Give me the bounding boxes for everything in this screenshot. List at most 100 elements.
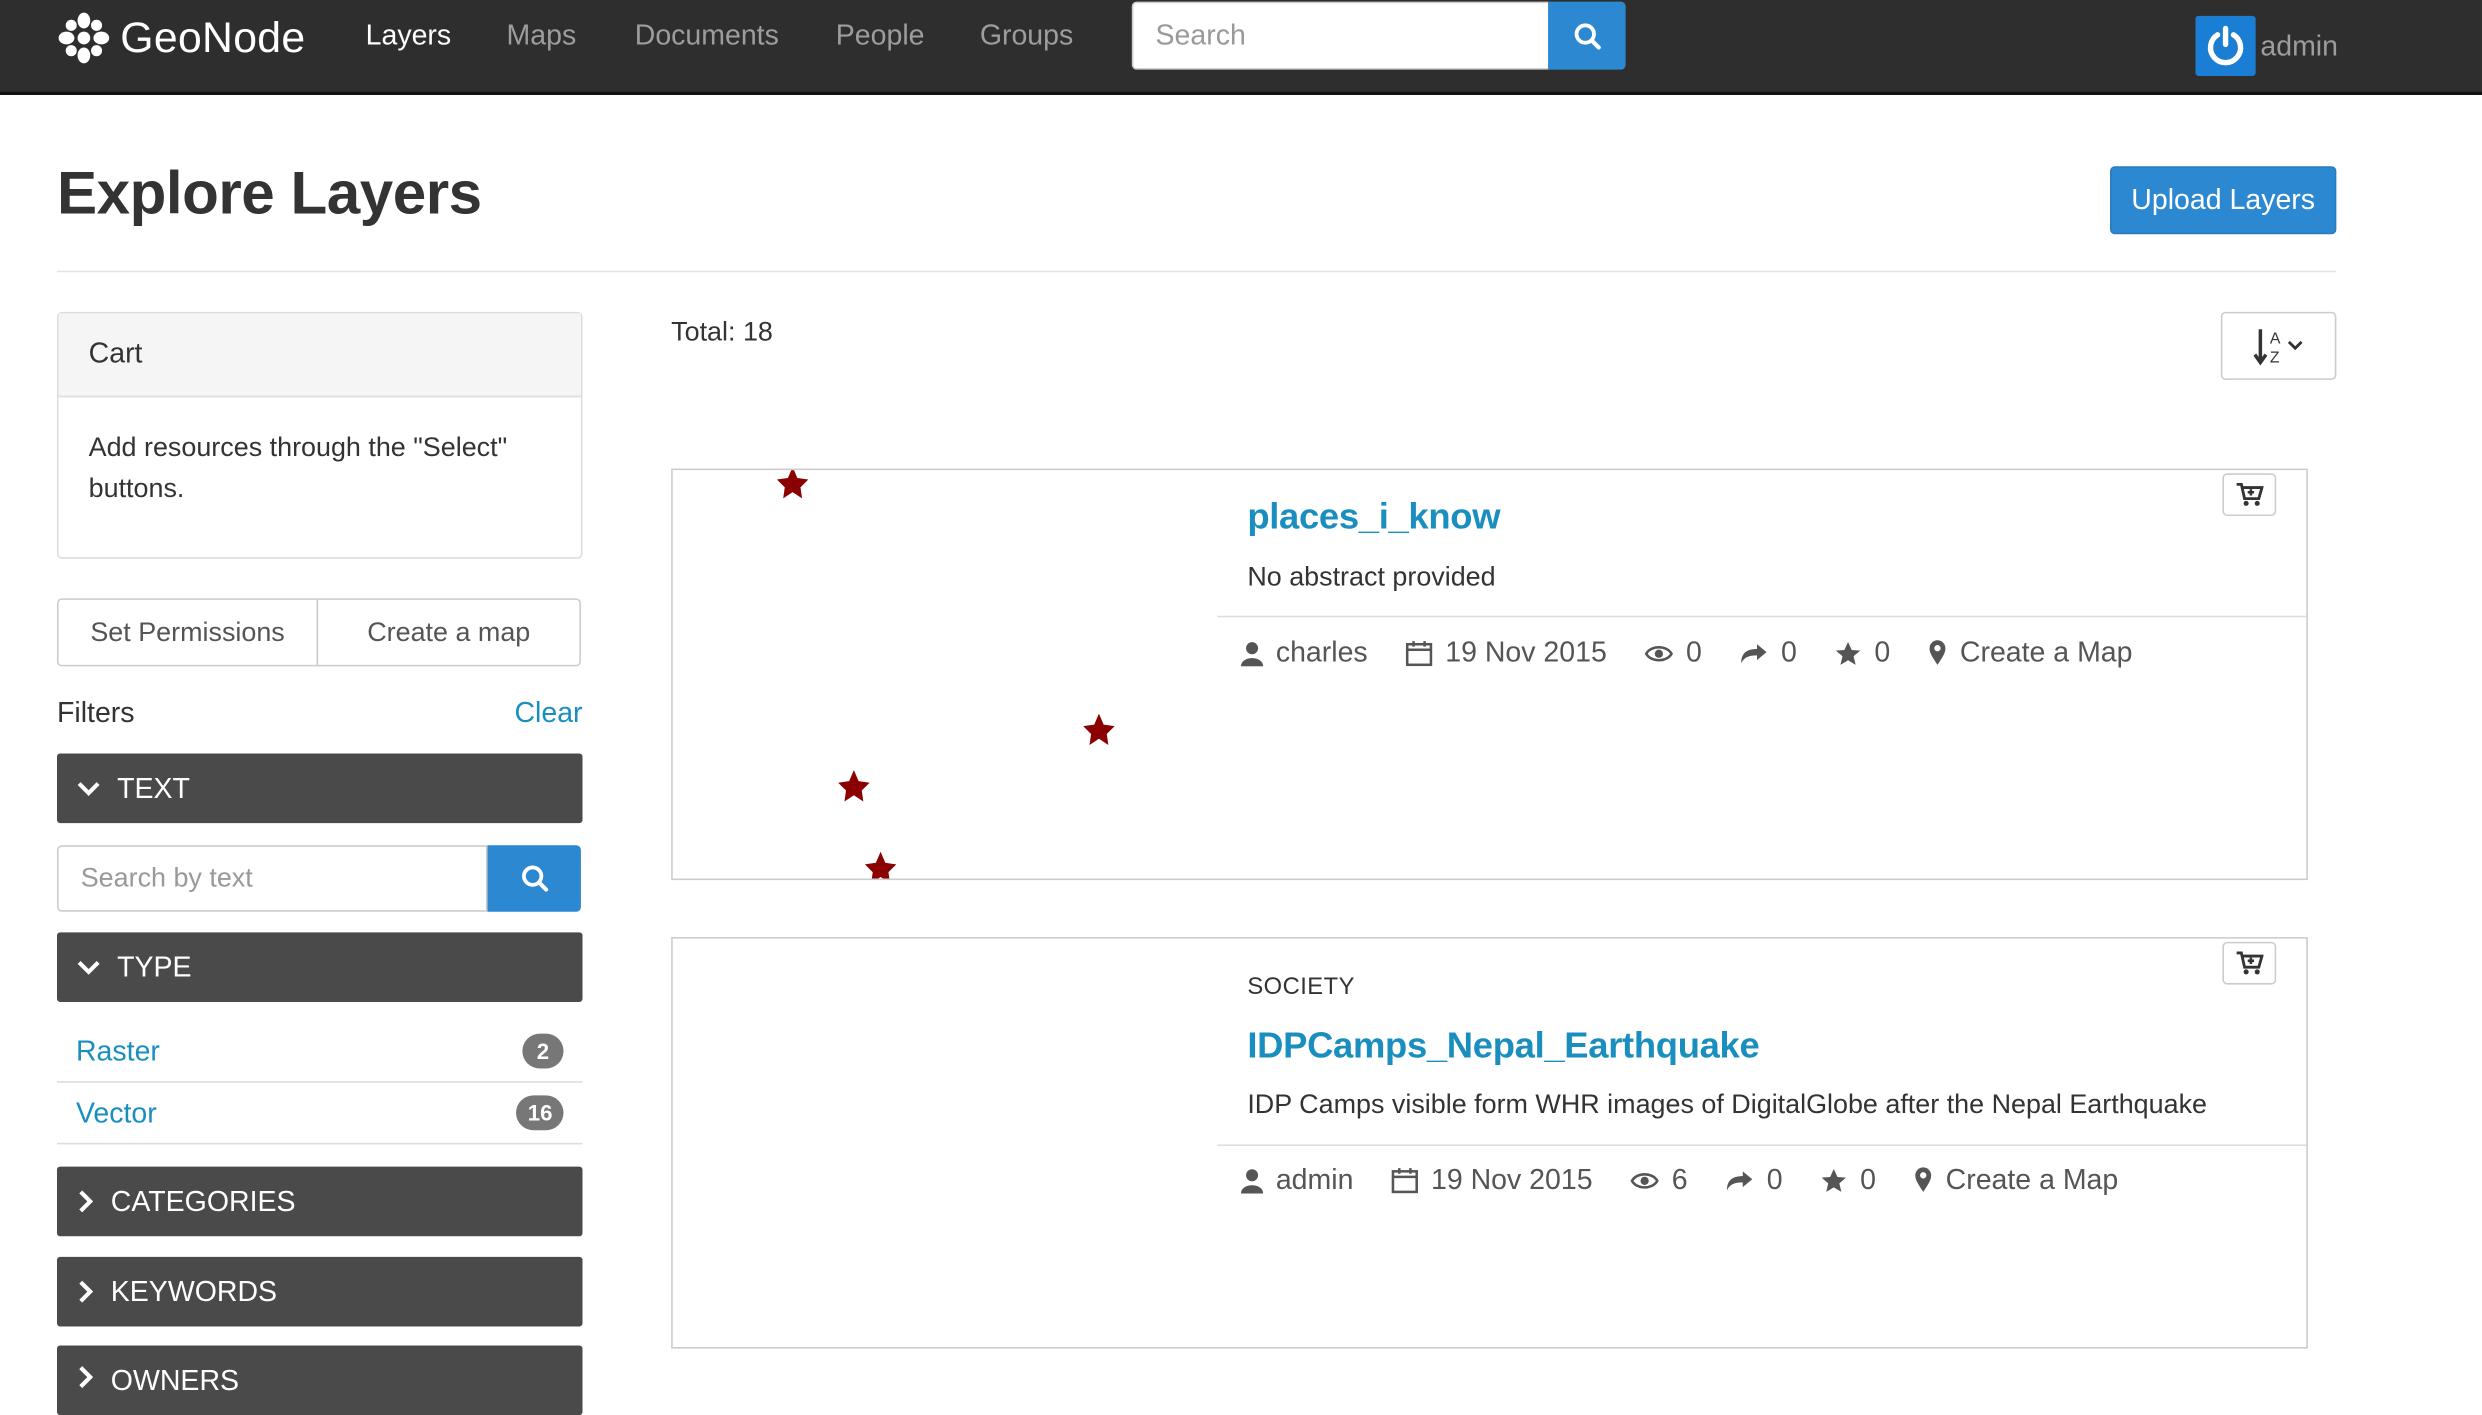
calendar-icon [1391, 1168, 1419, 1194]
map-marker-icon [1929, 640, 1946, 665]
facet-categories-label: CATEGORIES [110, 1184, 296, 1217]
meta-shares: 0 [1740, 636, 1797, 669]
layer-meta: admin 19 Nov 2015 6 0 0 Create a Map [1240, 1163, 2156, 1196]
nav-groups[interactable]: Groups [980, 19, 1073, 52]
calendar-icon [1405, 641, 1433, 667]
search-button[interactable] [1548, 1, 1626, 70]
cart-panel: Cart Add resources through the "Select" … [56, 311, 583, 559]
create-map-label: Create a Map [1945, 1163, 2119, 1196]
cart-icon [2236, 482, 2264, 506]
star-icon [1821, 1168, 1847, 1192]
layer-card: places_i_know No abstract provided charl… [671, 468, 2308, 881]
meta-views: 0 [1644, 636, 1702, 669]
page-title: Explore Layers [56, 161, 482, 228]
facet-categories[interactable]: CATEGORIES [56, 1166, 583, 1237]
top-navbar: GeoNode Layers Maps Documents People Gro… [0, 0, 2482, 95]
meta-owner[interactable]: admin [1240, 1163, 1354, 1196]
svg-text:Z: Z [2269, 349, 2279, 366]
search-icon [521, 865, 548, 892]
facet-type[interactable]: TYPE [56, 932, 583, 1002]
layer-thumbnail[interactable] [673, 470, 1218, 879]
nav-maps[interactable]: Maps [507, 19, 577, 52]
eye-icon [1644, 645, 1674, 661]
meta-shares: 0 [1726, 1163, 1783, 1196]
set-permissions-button[interactable]: Set Permissions [56, 598, 319, 667]
clear-filters-link[interactable]: Clear [514, 696, 582, 729]
header-divider [56, 270, 2337, 273]
meta-views: 6 [1630, 1163, 1688, 1196]
type-filter-raster[interactable]: Raster 2 [56, 1021, 583, 1083]
create-a-map-button[interactable]: Create a map [316, 598, 581, 667]
sort-alpha-icon: A Z [2252, 328, 2302, 366]
user-icon [1240, 641, 1264, 666]
type-filter-vector[interactable]: Vector 16 [56, 1083, 583, 1145]
layer-abstract: No abstract provided [1247, 561, 1496, 593]
chevron-right-icon [79, 1366, 94, 1389]
brand[interactable]: GeoNode [57, 9, 305, 66]
upload-layers-button[interactable]: Upload Layers [2110, 166, 2337, 235]
sort-dropdown-button[interactable]: A Z [2220, 311, 2337, 380]
create-map-label: Create a Map [1959, 636, 2133, 668]
eye-icon [1630, 1172, 1659, 1188]
share-icon [1727, 1170, 1753, 1190]
create-map-link[interactable]: Create a Map [1914, 1163, 2118, 1196]
nav-people[interactable]: People [836, 19, 925, 52]
power-icon [2207, 25, 2244, 66]
user-menu[interactable]: admin [2195, 15, 2338, 76]
meta-date: 19 Nov 2015 [1405, 636, 1607, 669]
meta-owner-label: charles [1275, 636, 1368, 668]
meta-shares-count: 0 [1780, 636, 1797, 668]
facet-type-label: TYPE [117, 950, 192, 983]
meta-rating: 0 [1835, 636, 1890, 669]
chevron-right-icon [79, 1280, 94, 1303]
nav-layers[interactable]: Layers [366, 19, 452, 52]
facet-text[interactable]: TEXT [56, 753, 583, 824]
facet-owners-label: OWNERS [110, 1364, 240, 1397]
meta-owner-label: admin [1275, 1163, 1354, 1196]
nav-documents[interactable]: Documents [635, 19, 779, 52]
meta-rating: 0 [1821, 1163, 1876, 1196]
meta-date: 19 Nov 2015 [1391, 1163, 1593, 1196]
avatar [2195, 15, 2256, 76]
text-search-input[interactable] [56, 845, 488, 912]
brand-name: GeoNode [120, 13, 306, 61]
layer-category: SOCIETY [1247, 973, 1355, 1001]
search-input[interactable] [1131, 1, 1550, 70]
filters-label: Filters [56, 696, 135, 729]
map-marker-icon [1915, 1167, 1932, 1192]
chevron-right-icon [79, 1190, 94, 1213]
facet-keywords-label: KEYWORDS [110, 1275, 278, 1307]
layer-meta: charles 19 Nov 2015 0 0 0 Create a Map [1240, 636, 2171, 669]
layer-thumbnail[interactable] [673, 939, 1218, 1347]
facet-owners[interactable]: OWNERS [56, 1345, 583, 1415]
layer-title-link[interactable]: places_i_know [1247, 495, 1500, 538]
meta-views-count: 6 [1671, 1163, 1688, 1196]
meta-divider [1217, 615, 2307, 618]
layer-title-link[interactable]: IDPCamps_Nepal_Earthquake [1247, 1024, 1759, 1067]
star-icon [1836, 641, 1861, 665]
chevron-down-icon [77, 782, 100, 796]
add-to-cart-button[interactable] [2222, 473, 2277, 517]
chevron-down-icon [77, 960, 100, 975]
search-icon [1573, 22, 1600, 49]
user-icon [1240, 1168, 1264, 1193]
meta-views-count: 0 [1685, 636, 1702, 668]
meta-date-label: 19 Nov 2015 [1445, 636, 1607, 668]
results-total: Total: 18 [671, 316, 773, 347]
svg-text:A: A [2269, 330, 2280, 347]
type-vector-link[interactable]: Vector [76, 1097, 157, 1130]
type-raster-link[interactable]: Raster [76, 1035, 160, 1068]
user-name: admin [2260, 29, 2338, 61]
facet-text-label: TEXT [117, 771, 190, 804]
meta-rating-count: 0 [1874, 636, 1891, 668]
geonode-logo-icon [58, 12, 110, 64]
layer-card: SOCIETY IDPCamps_Nepal_Earthquake IDP Ca… [671, 937, 2308, 1349]
facet-keywords[interactable]: KEYWORDS [56, 1256, 583, 1327]
meta-date-label: 19 Nov 2015 [1430, 1163, 1593, 1196]
create-map-link[interactable]: Create a Map [1928, 636, 2133, 669]
add-to-cart-button[interactable] [2222, 941, 2277, 985]
meta-owner[interactable]: charles [1240, 636, 1368, 669]
text-search-button[interactable] [487, 845, 581, 912]
cart-icon [2236, 951, 2264, 975]
share-icon [1741, 643, 1767, 663]
